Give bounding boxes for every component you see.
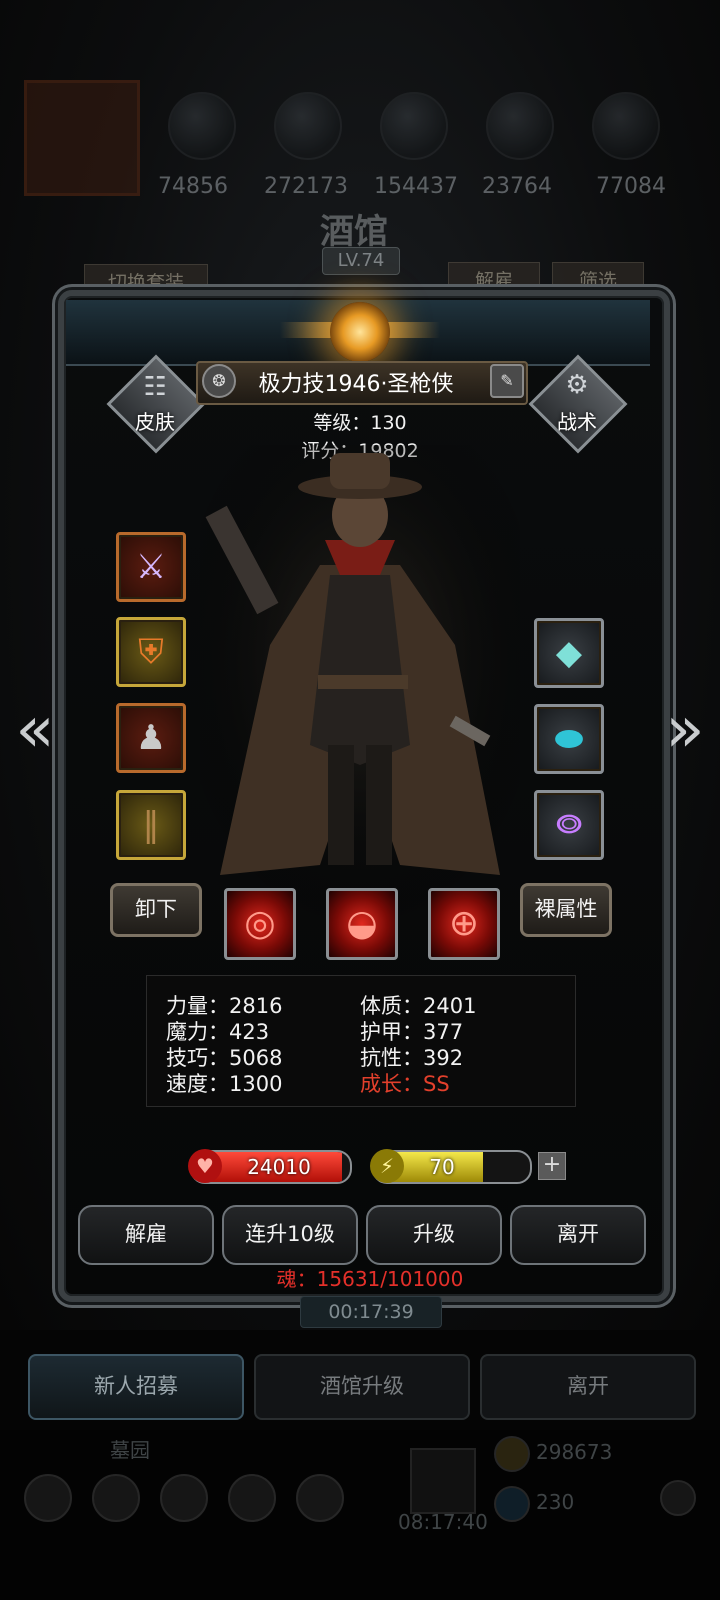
metal-resource-icon [592, 92, 660, 160]
upgrade-button[interactable]: 升级 [366, 1205, 502, 1265]
stone-icon: ⬬ [554, 719, 584, 759]
stat-growth: 成长：SS [360, 1072, 450, 1096]
hero-name: 极力技1946·圣枪侠 [258, 372, 454, 397]
recruit-timer: 00:17:39 [300, 1296, 442, 1328]
leave-tavern-tab[interactable]: 离开 [480, 1354, 696, 1420]
helmet-slot[interactable]: ♟ [116, 703, 186, 773]
armor-slot[interactable]: ⛨ [116, 617, 186, 687]
soul-counter: 魂：15631/101000 [276, 1267, 464, 1291]
skill-slot[interactable]: ◎ [224, 888, 296, 960]
dismiss-hero-button[interactable]: 解雇 [78, 1205, 214, 1265]
resource-count: 23764 [482, 174, 552, 199]
hero-level: 等级：130 [313, 412, 407, 434]
water-resource-icon [486, 92, 554, 160]
bracers-slot[interactable]: ‖ [116, 790, 186, 860]
target-skill-icon: ◎ [244, 903, 276, 944]
lantern-icon: ⭖ [555, 805, 583, 845]
area-label: 墓园 [110, 1438, 150, 1462]
energy-value: 70 [429, 1155, 455, 1179]
level-up-10-button[interactable]: 连升10级 [222, 1205, 358, 1265]
bracers-icon: ‖ [142, 805, 160, 845]
leather-resource-icon [274, 92, 342, 160]
gift-icon[interactable] [410, 1448, 476, 1514]
edit-name-icon[interactable]: ✎ [490, 364, 524, 398]
scroll-icon[interactable] [160, 1474, 208, 1522]
gold-amount: 298673 [536, 1440, 613, 1464]
gem-icon: ◆ [555, 633, 583, 673]
skill-slot[interactable]: ⊕ [428, 888, 500, 960]
base-attributes-button[interactable]: 裸属性 [520, 883, 612, 937]
tactics-label: 战术 [557, 410, 597, 434]
wood-resource-icon [168, 92, 236, 160]
event-timer: 08:17:40 [398, 1510, 488, 1534]
helmet-icon: ♟ [135, 718, 167, 758]
bag-icon[interactable] [92, 1474, 140, 1522]
skin-label: 皮肤 [135, 410, 175, 434]
recruit-tab[interactable]: 新人招募 [28, 1354, 244, 1420]
shirt-icon: ☷ [143, 372, 167, 402]
rank-badge-icon: ❂ [202, 364, 236, 398]
ore-resource-icon [380, 92, 448, 160]
hp-value: 24010 [247, 1155, 311, 1179]
skin-button-frame [106, 354, 206, 454]
tavern-title: 酒馆 [320, 212, 388, 252]
leave-panel-button[interactable]: 离开 [510, 1205, 646, 1265]
resource-count: 272173 [264, 174, 348, 199]
lightning-icon: ⚡ [370, 1149, 404, 1183]
add-energy-button[interactable]: + [538, 1152, 566, 1180]
previous-hero-arrow-icon[interactable]: « [10, 690, 60, 770]
gear-icon: ⚙ [565, 370, 589, 400]
swirl-skill-icon: ◒ [346, 903, 378, 944]
emblem-icon [330, 302, 390, 362]
portrait-frame [24, 80, 140, 196]
pistol-icon: ⚔ [135, 547, 167, 587]
hero-portrait [200, 445, 520, 915]
crosshair-skill-icon: ⊕ [448, 903, 480, 944]
tactics-button[interactable]: ⚙ 战术 [528, 354, 628, 454]
stat-speed: 速度：1300 [166, 1072, 283, 1096]
tavern-upgrade-tab[interactable]: 酒馆升级 [254, 1354, 470, 1420]
heart-icon: ♥ [188, 1149, 222, 1183]
gem-amount: 230 [536, 1490, 575, 1514]
resource-count: 74856 [158, 174, 228, 199]
tavern-level: LV.74 [322, 247, 400, 275]
gem-slot[interactable]: ◆ [534, 618, 604, 688]
stone-slot[interactable]: ⬬ [534, 704, 604, 774]
lantern-slot[interactable]: ⭖ [534, 790, 604, 860]
next-hero-arrow-icon[interactable]: » [660, 690, 710, 770]
gem-currency-icon [494, 1486, 530, 1522]
skill-tree-icon[interactable] [296, 1474, 344, 1522]
menu-icon[interactable] [24, 1474, 72, 1522]
add-currency-icon[interactable] [660, 1480, 696, 1516]
resource-count: 154437 [374, 174, 458, 199]
resource-count: 77084 [596, 174, 666, 199]
skin-button[interactable]: ☷ 皮肤 [106, 354, 206, 454]
skill-slot[interactable]: ◒ [326, 888, 398, 960]
unequip-button[interactable]: 卸下 [110, 883, 202, 937]
armor-icon: ⛨ [138, 632, 164, 672]
weapon-slot[interactable]: ⚔ [116, 532, 186, 602]
gold-coin-icon [494, 1436, 530, 1472]
map-icon[interactable] [228, 1474, 276, 1522]
